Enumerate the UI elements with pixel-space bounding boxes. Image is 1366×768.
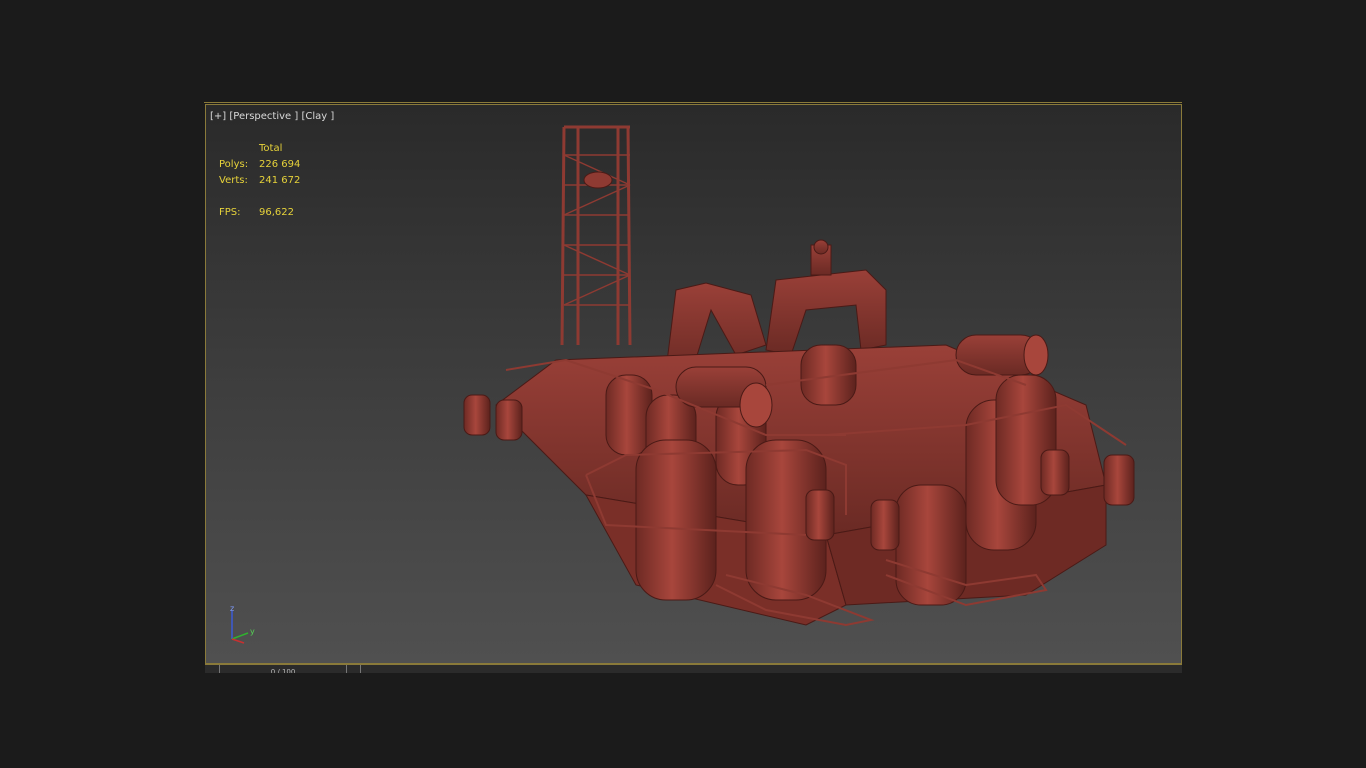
x-axis-line <box>231 638 245 644</box>
timeline-divider <box>360 665 361 673</box>
z-axis-label: z <box>230 604 234 613</box>
y-axis-line <box>231 632 249 640</box>
viewport-top-border <box>204 102 1182 103</box>
derrick-dome <box>583 171 613 189</box>
perspective-viewport[interactable]: [+] [Perspective ] [Clay ] Total Polys: 2… <box>205 104 1182 664</box>
y-axis-label: y <box>250 627 255 636</box>
time-slider[interactable]: 0 / 100 <box>219 665 347 673</box>
timeline-bar[interactable]: 0 / 100 <box>205 664 1182 673</box>
derrick-tower <box>560 125 632 346</box>
axis-gizmo: z y <box>230 604 255 644</box>
oil-platform-model[interactable] <box>206 105 1182 664</box>
